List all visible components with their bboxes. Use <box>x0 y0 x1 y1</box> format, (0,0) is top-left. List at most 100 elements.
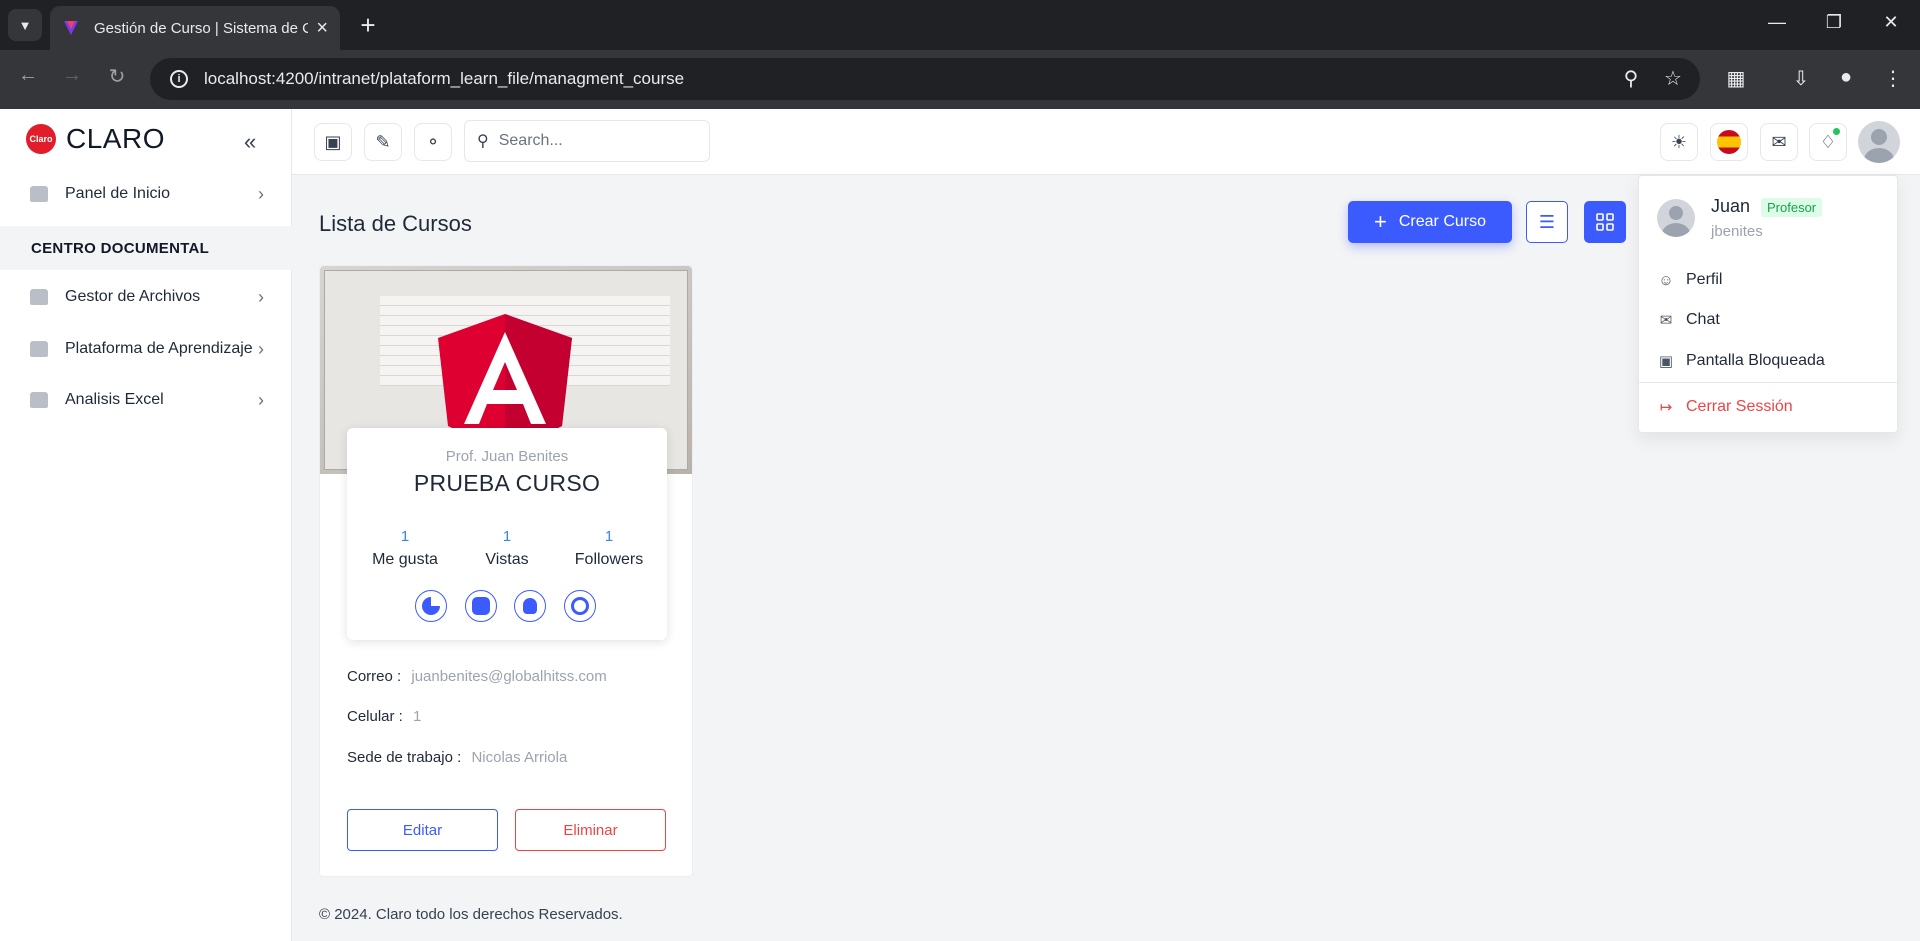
footer-copyright: © 2024. Claro todo los derechos Reservad… <box>319 906 623 923</box>
zoom-icon[interactable]: ⚲ <box>1618 66 1644 91</box>
course-summary: Prof. Juan Benites PRUEBA CURSO 1 Me gus… <box>347 428 667 640</box>
menu-item-label: Perfil <box>1686 271 1723 288</box>
browser-tab[interactable]: Gestión de Curso | Sistema de C × <box>50 6 340 50</box>
calendar-button[interactable]: ▣ <box>314 123 352 161</box>
edit-button[interactable]: ✎ <box>364 123 402 161</box>
stat-views: 1 Vistas <box>457 528 557 569</box>
course-name: PRUEBA CURSO <box>413 470 601 496</box>
edit-course-button[interactable]: Editar <box>347 809 498 851</box>
list-view-button[interactable]: ☰ <box>1526 201 1568 243</box>
profile-icon[interactable]: ● <box>1833 66 1859 89</box>
browser-tab-bar: ▼ Gestión de Curso | Sistema de C × + — … <box>0 0 1920 50</box>
course-phone-row: Celular : 1 <box>347 708 421 725</box>
site-label: Sede de trabajo : <box>347 749 462 766</box>
sidebar: Claro CLARO « Panel de Inicio › CENTRO D… <box>0 109 292 941</box>
bell-icon: ♢ <box>1819 131 1837 152</box>
menu-item-perfil[interactable]: ☺ Perfil <box>1657 271 1722 289</box>
minimize-icon[interactable]: — <box>1765 12 1789 33</box>
user-icon <box>523 598 537 614</box>
search-input[interactable] <box>498 132 689 150</box>
menu-item-pantalla-bloqueada[interactable]: ▣ Pantalla Bloqueada <box>1657 352 1825 370</box>
sidebar-item-gestor-archivos[interactable]: Gestor de Archivos › <box>0 277 292 317</box>
sidebar-section-title: CENTRO DOCUMENTAL <box>0 226 292 270</box>
stat-value: 1 <box>604 528 614 545</box>
messages-button[interactable]: ✉ <box>1760 123 1798 161</box>
learning-icon <box>30 341 48 357</box>
sidebar-item-plataforma-aprendizaje[interactable]: Plataforma de Aprendizaje › <box>0 329 292 369</box>
course-chat-button[interactable] <box>465 590 497 622</box>
email-value: juanbenites@globalhitss.com <box>411 668 607 685</box>
site-info-icon[interactable]: i <box>170 70 188 88</box>
menu-item-label: Chat <box>1686 311 1720 328</box>
chat-icon: ⚬ <box>425 131 441 152</box>
home-icon <box>30 186 48 202</box>
course-site-row: Sede de trabajo : Nicolas Arriola <box>347 749 567 766</box>
delete-course-button[interactable]: Eliminar <box>515 809 666 851</box>
plus-icon: + <box>1374 209 1387 234</box>
course-users-button[interactable] <box>514 590 546 622</box>
theme-toggle-button[interactable]: ☀ <box>1660 123 1698 161</box>
tab-close-icon[interactable]: × <box>316 17 328 40</box>
dropdown-avatar <box>1657 199 1695 237</box>
sun-icon: ☀ <box>1670 131 1688 152</box>
new-tab-button[interactable]: + <box>352 9 384 41</box>
download-icon[interactable]: ⇩ <box>1788 66 1814 91</box>
chat-button[interactable]: ⚬ <box>414 123 452 161</box>
sidebar-item-panel-inicio[interactable]: Panel de Inicio › <box>0 174 292 214</box>
pie-chart-icon <box>422 597 440 615</box>
user-avatar[interactable] <box>1858 121 1900 163</box>
chevron-right-icon: › <box>258 389 264 410</box>
forward-icon[interactable]: → <box>58 64 86 87</box>
user-icon: ☺ <box>1658 271 1674 289</box>
tab-search-button[interactable]: ▼ <box>8 9 42 41</box>
user-username: jbenites <box>1711 223 1763 240</box>
back-icon[interactable]: ← <box>14 64 42 87</box>
grid-view-button[interactable] <box>1584 201 1626 243</box>
spain-flag-icon <box>1717 130 1741 154</box>
user-name: Juan <box>1711 196 1751 216</box>
lock-icon: ▣ <box>1658 353 1674 370</box>
menu-item-chat[interactable]: ✉ Chat <box>1657 311 1720 329</box>
sidebar-item-analisis-excel[interactable]: Analisis Excel › <box>0 380 292 420</box>
language-button[interactable] <box>1710 123 1748 161</box>
brand[interactable]: Claro CLARO <box>26 123 165 155</box>
course-card: Prof. Juan Benites PRUEBA CURSO 1 Me gus… <box>319 265 693 877</box>
reload-icon[interactable]: ↻ <box>103 64 131 89</box>
browser-menu-icon[interactable]: ⋮ <box>1880 66 1906 91</box>
course-email-row: Correo : juanbenites@globalhitss.com <box>347 668 607 685</box>
extensions-icon[interactable]: ▦ <box>1723 66 1749 91</box>
notifications-button[interactable]: ♢ <box>1809 123 1847 161</box>
create-course-button[interactable]: + Crear Curso <box>1348 201 1512 243</box>
email-label: Correo : <box>347 668 402 685</box>
tab-title: Gestión de Curso | Sistema de C <box>94 19 309 37</box>
calendar-icon: ▣ <box>324 131 342 152</box>
course-settings-button[interactable] <box>564 590 596 622</box>
stat-label: Followers <box>574 551 644 568</box>
stat-value: 1 <box>502 528 512 545</box>
window-close-icon[interactable]: ✕ <box>1879 12 1903 33</box>
notification-dot <box>1833 128 1840 135</box>
chat-bubble-icon <box>472 597 490 615</box>
phone-value: 1 <box>413 708 422 725</box>
create-course-label: Crear Curso <box>1398 213 1486 230</box>
menu-divider <box>1639 382 1897 383</box>
folder-icon <box>30 289 48 305</box>
sidebar-item-label: Panel de Inicio <box>65 185 170 202</box>
restore-icon[interactable]: ❐ <box>1822 12 1846 33</box>
stat-label: Vistas <box>485 551 529 568</box>
sidebar-item-label: Plataforma de Aprendizaje <box>65 340 253 357</box>
course-professor: Prof. Juan Benites <box>445 448 569 465</box>
url-field[interactable]: i localhost:4200/intranet/plataform_lear… <box>150 58 1700 100</box>
stat-followers: 1 Followers <box>559 528 659 569</box>
bookmark-star-icon[interactable]: ☆ <box>1660 66 1686 91</box>
logout-icon: ↦ <box>1659 399 1673 416</box>
user-dropdown-menu: Juan Profesor jbenites ☺ Perfil ✉ Chat ▣… <box>1638 175 1898 433</box>
search-box[interactable]: ⚲ <box>464 120 710 162</box>
menu-item-logout[interactable]: ↦ Cerrar Sessión <box>1657 398 1793 416</box>
collapse-sidebar-icon[interactable]: « <box>244 129 256 155</box>
chevron-right-icon: › <box>258 183 264 204</box>
course-stats-button[interactable] <box>415 590 447 622</box>
mail-icon: ✉ <box>1659 312 1673 329</box>
search-icon: ⚲ <box>477 133 489 150</box>
site-value: Nicolas Arriola <box>471 749 568 766</box>
